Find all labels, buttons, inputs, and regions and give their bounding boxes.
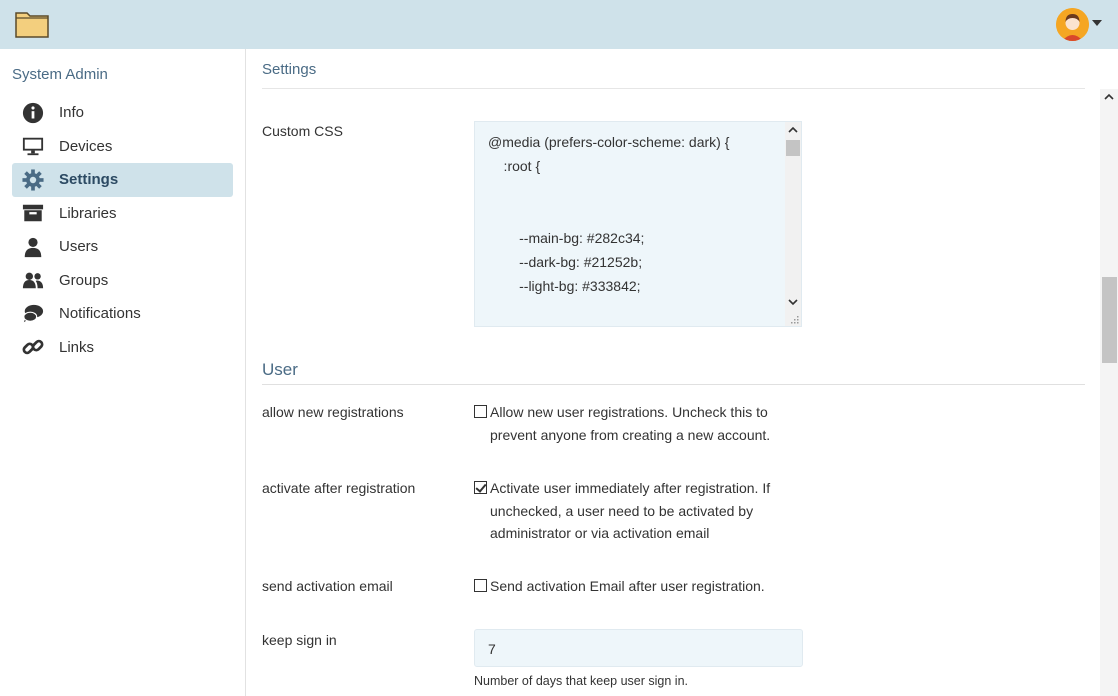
sidebar-item-label: Users [59, 238, 99, 256]
gear-icon [21, 168, 45, 192]
custom-css-label: Custom CSS [262, 123, 343, 139]
send-activation-email-row: Send activation Email after user registr… [474, 575, 810, 598]
sidebar-title: System Admin [12, 66, 108, 83]
sidebar: System Admin Info Devices Settings Libra… [0, 49, 246, 696]
activate-after-registration-checkbox[interactable] [474, 481, 487, 494]
allow-registrations-label: allow new registrations [262, 404, 404, 420]
send-activation-email-checkbox[interactable] [474, 579, 487, 592]
caret-down-icon[interactable] [1092, 20, 1102, 26]
allow-registrations-row: Allow new user registrations. Uncheck th… [474, 401, 800, 446]
sidebar-item-label: Links [59, 338, 95, 356]
link-icon [21, 335, 45, 359]
keep-sign-in-label: keep sign in [262, 632, 337, 648]
send-activation-email-text: Send activation Email after user registr… [490, 578, 765, 594]
user-avatar[interactable] [1056, 8, 1089, 41]
sidebar-item-label: Libraries [59, 204, 117, 222]
custom-css-textarea[interactable]: @media (prefers-color-scheme: dark) { :r… [474, 121, 802, 327]
sidebar-item-users[interactable]: Users [12, 230, 233, 264]
keep-sign-in-help: Number of days that keep user sign in. [474, 674, 689, 688]
sidebar-item-info[interactable]: Info [12, 96, 233, 130]
section-title-user: User [262, 360, 298, 379]
header-divider [262, 88, 1085, 89]
sidebar-item-groups[interactable]: Groups [12, 264, 233, 298]
resize-handle-icon[interactable] [791, 316, 799, 324]
sidebar-nav: Info Devices Settings Libraries Users Gr… [12, 96, 233, 364]
info-icon [21, 101, 45, 125]
folder-icon[interactable] [15, 10, 49, 38]
page-title: Settings [262, 61, 317, 78]
section-divider [262, 384, 1085, 385]
scroll-up-icon[interactable] [788, 126, 798, 134]
send-activation-email-label: send activation email [262, 578, 393, 594]
sidebar-item-label: Settings [59, 171, 119, 189]
allow-registrations-checkbox[interactable] [474, 405, 487, 418]
users-icon [21, 268, 45, 292]
sidebar-item-settings[interactable]: Settings [12, 163, 233, 197]
user-icon [21, 235, 45, 259]
sidebar-item-label: Notifications [59, 305, 141, 323]
sidebar-item-label: Groups [59, 271, 109, 289]
scroll-up-icon[interactable] [1104, 93, 1114, 101]
custom-css-value[interactable]: @media (prefers-color-scheme: dark) { :r… [488, 130, 784, 326]
sidebar-item-notifications[interactable]: Notifications [12, 297, 233, 331]
monitor-icon [21, 134, 45, 158]
page-scrollbar[interactable] [1100, 89, 1118, 696]
allow-registrations-text: Allow new user registrations. Uncheck th… [490, 404, 771, 443]
sidebar-item-devices[interactable]: Devices [12, 130, 233, 164]
textarea-scroll-thumb[interactable] [786, 140, 800, 156]
sidebar-item-label: Devices [59, 137, 113, 155]
scroll-down-icon[interactable] [788, 298, 798, 306]
keep-sign-in-input[interactable]: 7 [474, 629, 803, 667]
activate-after-registration-text: Activate user immediately after registra… [490, 480, 771, 541]
activate-after-registration-row: Activate user immediately after registra… [474, 477, 800, 545]
main-content: Settings Custom CSS @media (prefers-colo… [246, 49, 1118, 696]
textarea-scrollbar[interactable] [785, 122, 801, 326]
sidebar-item-links[interactable]: Links [12, 331, 233, 365]
sidebar-item-label: Info [59, 104, 85, 122]
sidebar-item-libraries[interactable]: Libraries [12, 197, 233, 231]
archive-icon [21, 201, 45, 225]
activate-after-registration-label: activate after registration [262, 480, 416, 496]
comments-icon [21, 302, 45, 326]
page-scroll-thumb[interactable] [1102, 277, 1117, 363]
top-bar [0, 0, 1118, 49]
